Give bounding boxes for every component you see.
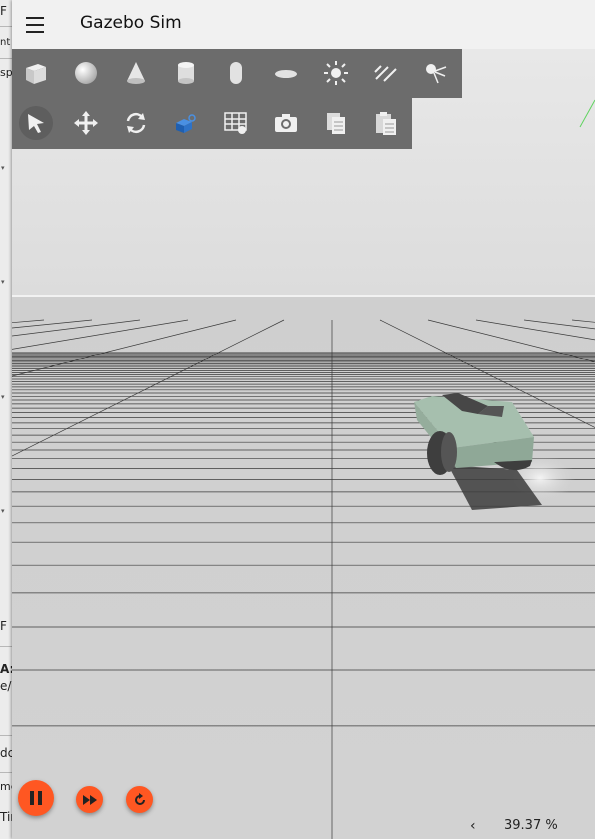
background-window: F nt sp ▾ ▾ ▾ ▾ F A: e/( dc me Tir	[0, 0, 12, 839]
hamburger-menu-icon[interactable]	[24, 13, 48, 37]
cylinder-icon[interactable]	[169, 56, 203, 90]
spot-light-icon[interactable]	[419, 56, 453, 90]
paste-icon[interactable]	[369, 106, 403, 140]
play-pause-button[interactable]	[18, 780, 54, 816]
ground-plane	[12, 296, 595, 839]
point-light-icon[interactable]	[319, 56, 353, 90]
translate-mode-icon[interactable]	[69, 106, 103, 140]
cone-icon[interactable]	[119, 56, 153, 90]
background-text: sp	[0, 66, 12, 79]
step-forward-icon	[82, 794, 97, 805]
transform-toolbar	[12, 98, 412, 149]
view-angle-icon[interactable]	[169, 106, 203, 140]
background-text: F	[0, 4, 7, 18]
title-bar: Gazebo Sim	[12, 0, 595, 49]
screenshot-icon[interactable]	[269, 106, 303, 140]
shapes-toolbar	[12, 49, 462, 98]
background-text: dc	[0, 746, 12, 760]
scene-3d-view[interactable]	[12, 49, 595, 839]
sphere-icon[interactable]	[69, 56, 103, 90]
background-text: me	[0, 780, 12, 793]
capsule-icon[interactable]	[219, 56, 253, 90]
background-text: Tir	[0, 810, 12, 824]
directional-light-icon[interactable]	[369, 56, 403, 90]
pause-icon	[30, 791, 42, 805]
gazebo-window: Gazebo Sim ‹ 39.37 %	[12, 0, 595, 839]
reset-button[interactable]	[126, 786, 153, 813]
box-icon[interactable]	[19, 56, 53, 90]
reset-icon	[134, 792, 145, 805]
step-button[interactable]	[76, 786, 103, 813]
rotate-mode-icon[interactable]	[119, 106, 153, 140]
copy-icon[interactable]	[319, 106, 353, 140]
grid-config-icon[interactable]	[219, 106, 253, 140]
real-time-factor: 39.37 %	[504, 818, 558, 833]
background-text: A:	[0, 662, 12, 676]
background-text: e/(	[0, 679, 12, 693]
ellipsoid-icon[interactable]	[269, 56, 303, 90]
background-text: F	[0, 619, 7, 633]
app-title: Gazebo Sim	[80, 13, 182, 33]
select-mode-icon[interactable]	[19, 106, 53, 140]
chevron-left-icon[interactable]: ‹	[470, 818, 476, 834]
background-text: nt	[0, 37, 11, 48]
